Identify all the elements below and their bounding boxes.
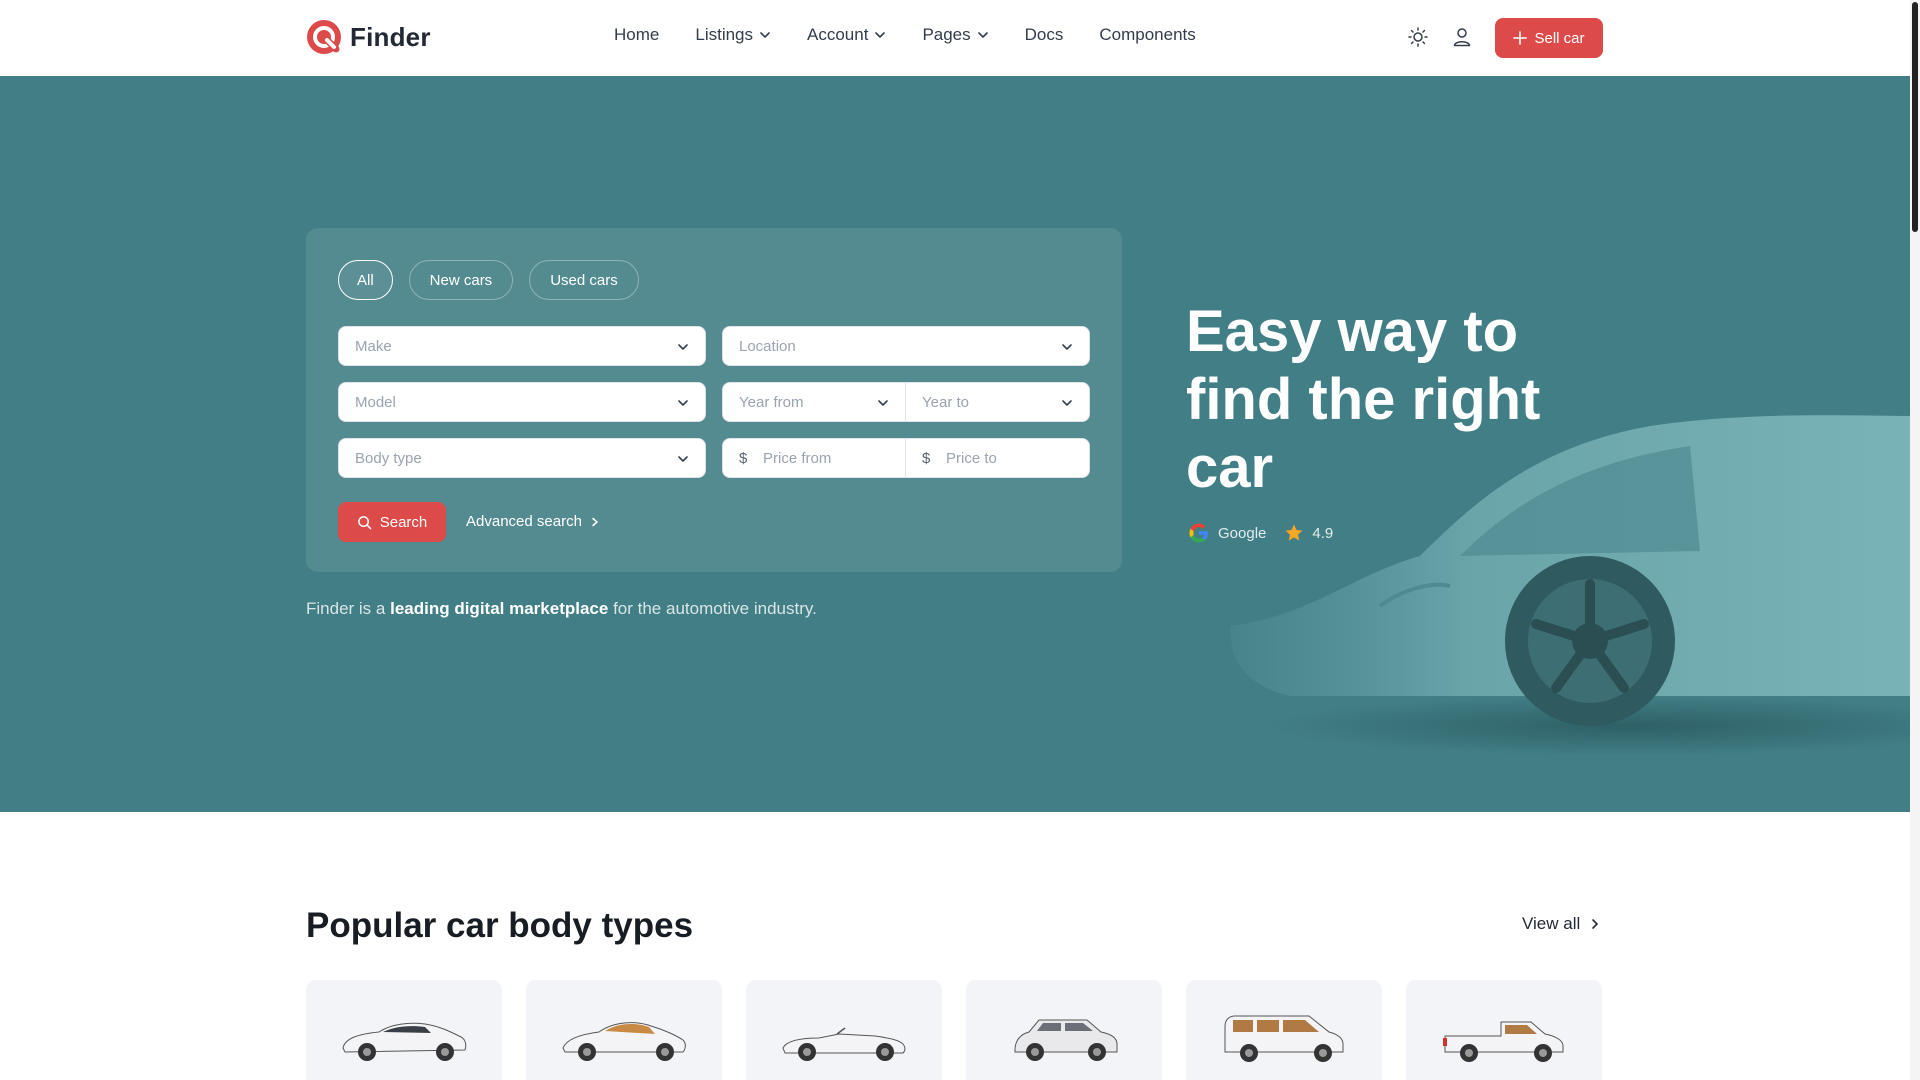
sedan-icon [342, 1022, 467, 1061]
body-type-card-pickup[interactable] [1406, 980, 1602, 1080]
user-icon[interactable] [1451, 26, 1473, 48]
suv-icon [1014, 1019, 1118, 1061]
main-nav: Home Listings Account Pages Docs Compone… [614, 25, 1232, 45]
star-icon [1285, 524, 1303, 541]
tagline-text-end: for the automotive industry. [608, 599, 817, 618]
price-from-placeholder: Price from [763, 449, 832, 467]
condition-tabs: All New cars Used cars [338, 260, 639, 300]
section-title: Popular car body types [306, 906, 694, 945]
advanced-search-link[interactable]: Advanced search [466, 513, 600, 530]
view-all-label: View all [1522, 914, 1581, 933]
coupe-icon [562, 1022, 686, 1061]
year-from-placeholder: Year from [739, 393, 804, 411]
tagline-bold: leading digital marketplace [390, 599, 609, 618]
site-header: Finder Home Listings Account Pages Docs … [0, 0, 1910, 76]
price-to-input[interactable]: $ Price to [905, 438, 1090, 478]
hero-tagline: Finder is a leading digital marketplace … [306, 599, 817, 619]
price-from-input[interactable]: $ Price from [722, 438, 906, 478]
rating-badge: Google 4.9 [1188, 522, 1333, 544]
chevron-down-icon [1062, 400, 1072, 407]
view-all-link[interactable]: View all [1522, 914, 1600, 934]
search-button-label: Search [379, 513, 428, 531]
nav-components-label: Components [1099, 25, 1196, 44]
chevron-right-icon [592, 517, 599, 526]
search-button[interactable]: Search [338, 502, 446, 542]
model-select[interactable]: Model [338, 382, 706, 422]
advanced-search-label: Advanced search [466, 513, 582, 530]
body-type-select[interactable]: Body type [338, 438, 706, 478]
nav-home-label: Home [614, 25, 660, 44]
sun-icon[interactable] [1407, 26, 1429, 48]
price-to-placeholder: Price to [946, 449, 997, 467]
hero-title: Easy way to find the right car [1186, 299, 1541, 500]
body-type-card-minivan[interactable] [1186, 980, 1382, 1080]
body-type-card-convertible[interactable] [746, 980, 942, 1080]
year-to-select[interactable]: Year to [905, 382, 1090, 422]
chevron-down-icon [977, 32, 988, 39]
scrollbar-thumb[interactable] [1912, 2, 1918, 232]
chevron-down-icon [678, 400, 688, 407]
year-from-select[interactable]: Year from [722, 382, 906, 422]
nav-pages-label: Pages [922, 25, 971, 44]
sell-car-button[interactable]: Sell car [1495, 18, 1603, 58]
chevron-down-icon [1062, 344, 1072, 351]
chevron-down-icon [678, 344, 688, 351]
year-to-placeholder: Year to [922, 393, 969, 411]
nav-pages[interactable]: Pages [922, 25, 988, 45]
body-type-card-sedan[interactable] [306, 980, 502, 1080]
nav-listings[interactable]: Listings [695, 25, 771, 45]
pickup-icon [1443, 1021, 1564, 1062]
dollar-icon: $ [739, 449, 748, 467]
nav-home[interactable]: Home [614, 25, 659, 45]
tab-all[interactable]: All [338, 260, 393, 300]
chevron-right-icon [1592, 919, 1599, 929]
plus-icon [1513, 31, 1528, 45]
nav-components[interactable]: Components [1099, 25, 1195, 45]
tab-new-cars[interactable]: New cars [408, 260, 514, 300]
search-icon [357, 515, 372, 529]
make-placeholder: Make [355, 337, 392, 355]
minivan-icon [1224, 1015, 1344, 1062]
finder-logo-icon [307, 20, 341, 54]
google-icon [1189, 523, 1208, 543]
location-placeholder: Location [739, 337, 796, 355]
body-type-card-suv[interactable] [966, 980, 1162, 1080]
sell-car-label: Sell car [1534, 29, 1585, 47]
tab-used-cars[interactable]: Used cars [529, 260, 639, 300]
hero-section: All New cars Used cars Make Location Mod… [0, 76, 1910, 812]
brand-name: Finder [350, 21, 431, 52]
nav-account[interactable]: Account [807, 25, 886, 45]
nav-listings-label: Listings [695, 25, 753, 44]
brand-logo[interactable]: Finder [306, 19, 431, 55]
body-type-placeholder: Body type [355, 449, 422, 467]
location-select[interactable]: Location [722, 326, 1090, 366]
model-placeholder: Model [355, 393, 396, 411]
convertible-icon [782, 1027, 906, 1061]
nav-docs-label: Docs [1024, 25, 1064, 44]
rating-value: 4.9 [1312, 524, 1334, 542]
chevron-down-icon [760, 32, 770, 39]
chevron-down-icon [878, 400, 888, 407]
chevron-down-icon [875, 32, 886, 39]
make-select[interactable]: Make [338, 326, 706, 366]
dollar-icon: $ [922, 449, 931, 467]
search-panel: All New cars Used cars Make Location Mod… [306, 228, 1122, 572]
chevron-down-icon [678, 456, 688, 463]
nav-account-label: Account [807, 25, 869, 44]
rating-source: Google [1218, 524, 1267, 542]
body-type-card-coupe[interactable] [526, 980, 722, 1080]
tagline-text: Finder is a [306, 599, 391, 618]
nav-docs[interactable]: Docs [1025, 25, 1064, 45]
